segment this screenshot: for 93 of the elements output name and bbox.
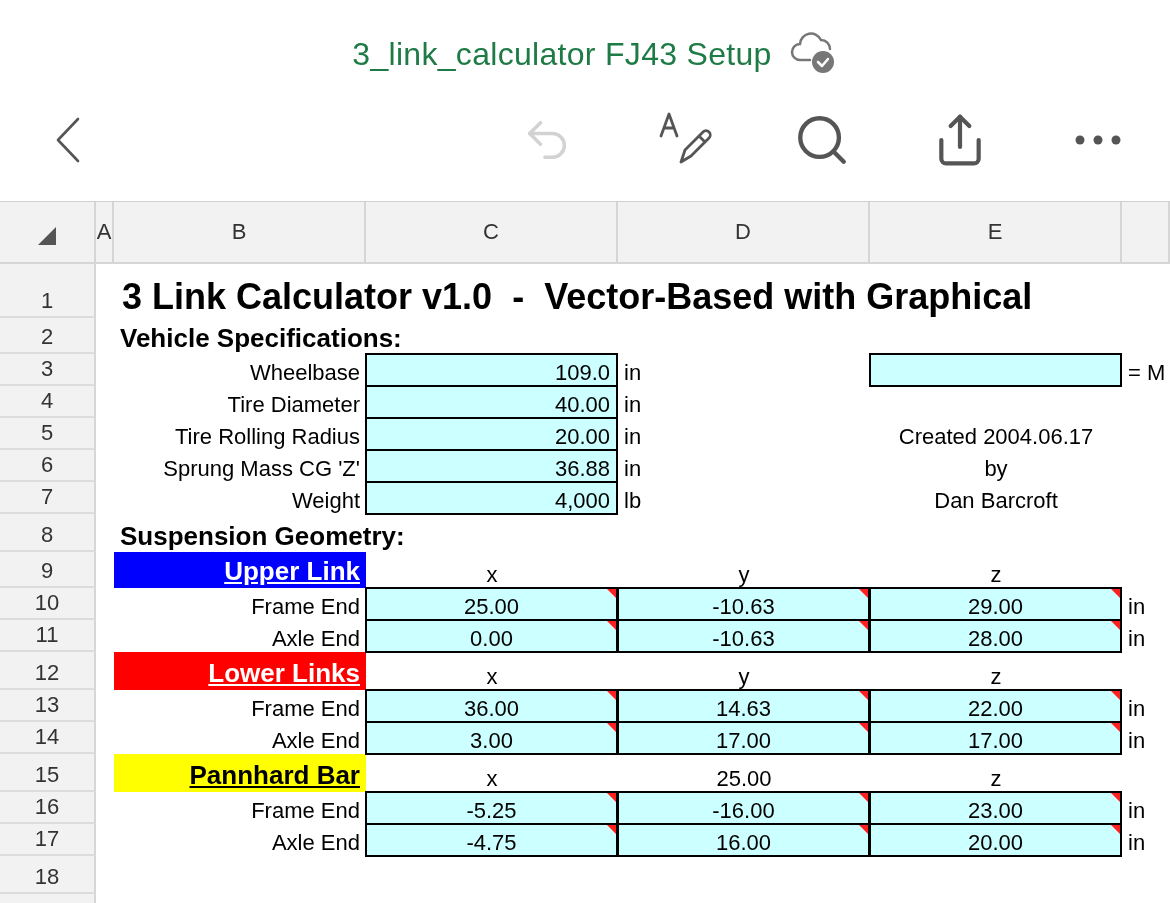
coordinate-cell[interactable]: 22.00 — [869, 689, 1122, 723]
row-header[interactable]: 10 — [0, 588, 96, 620]
row-header[interactable]: 7 — [0, 482, 96, 514]
group-label: Upper Link — [114, 552, 366, 588]
formula-label: = M — [1127, 358, 1167, 386]
coordinate-cell[interactable]: 25.00 — [365, 587, 618, 621]
input-field[interactable] — [869, 353, 1122, 387]
row-label: Axle End — [270, 726, 361, 754]
spec-label: Tire Diameter — [226, 390, 361, 418]
spec-value-cell[interactable]: 20.00 — [365, 417, 618, 451]
document-title: 3_link_calculator FJ43 Setup — [352, 35, 772, 73]
unit-label: in — [1127, 796, 1147, 824]
row-header[interactable]: 15 — [0, 754, 96, 792]
unit-label: in — [623, 454, 643, 482]
axis-header: z — [989, 764, 1003, 792]
row-header[interactable]: 12 — [0, 652, 96, 690]
credit-text: Dan Barcroft — [933, 486, 1059, 514]
coordinate-cell[interactable]: -10.63 — [617, 619, 870, 653]
row-header[interactable]: 14 — [0, 722, 96, 754]
row-header[interactable]: 16 — [0, 792, 96, 824]
coordinate-cell[interactable]: 3.00 — [365, 721, 618, 755]
group-label: Pannhard Bar — [114, 754, 366, 792]
unit-label: in — [623, 390, 643, 418]
row-label: Axle End — [270, 624, 361, 652]
coordinate-cell[interactable]: 28.00 — [869, 619, 1122, 653]
axis-header: y — [737, 560, 751, 588]
row-label: Frame End — [250, 592, 361, 620]
column-header[interactable]: E — [870, 202, 1122, 264]
unit-label: in — [1127, 828, 1147, 856]
back-chevron-icon — [55, 117, 80, 163]
row-header[interactable]: 1 — [0, 264, 96, 318]
coordinate-cell[interactable]: -10.63 — [617, 587, 870, 621]
column-header[interactable]: B — [114, 202, 366, 264]
sheet-title: 3 Link Calculator v1.0 - Vector-Based with Graphical — [121, 275, 1034, 318]
spec-value-cell[interactable]: 40.00 — [365, 385, 618, 419]
axis-header: z — [989, 662, 1003, 690]
group-label: Lower Links — [114, 652, 366, 690]
row-header[interactable]: 3 — [0, 354, 96, 386]
coordinate-cell[interactable]: 17.00 — [617, 721, 870, 755]
more-icon — [1075, 135, 1122, 145]
unit-label: in — [1127, 694, 1147, 722]
section-heading: Vehicle Specifications: — [119, 322, 403, 354]
coordinate-cell[interactable]: 16.00 — [617, 823, 870, 857]
corner-triangle-icon — [38, 227, 56, 245]
row-header[interactable]: 5 — [0, 418, 96, 450]
axis-header: y — [737, 662, 751, 690]
row-label: Axle End — [270, 828, 361, 856]
spec-value-cell[interactable]: 4,000 — [365, 481, 618, 515]
spec-label: Tire Rolling Radius — [173, 422, 361, 450]
credit-text: Created 2004.06.17 — [897, 422, 1095, 450]
row-header[interactable]: 17 — [0, 824, 96, 856]
axis-header: x — [485, 764, 499, 792]
row-label: Frame End — [250, 796, 361, 824]
credit-text: by — [983, 454, 1009, 482]
axis-header: x — [485, 662, 499, 690]
row-header[interactable]: 4 — [0, 386, 96, 418]
row-header[interactable]: 2 — [0, 318, 96, 354]
spec-value-cell[interactable]: 109.0 — [365, 353, 618, 387]
coordinate-cell[interactable]: 23.00 — [869, 791, 1122, 825]
unit-label: in — [623, 422, 643, 450]
coordinate-cell[interactable]: 14.63 — [617, 689, 870, 723]
spec-label: Sprung Mass CG 'Z' — [162, 454, 361, 482]
unit-label: lb — [623, 486, 643, 514]
unit-label: in — [1127, 592, 1147, 620]
spec-label: Wheelbase — [248, 358, 361, 386]
column-header[interactable]: D — [618, 202, 870, 264]
coordinate-cell[interactable]: -5.25 — [365, 791, 618, 825]
select-all-corner[interactable] — [0, 202, 96, 264]
spec-label: Weight — [290, 486, 361, 514]
coordinate-cell[interactable]: 36.00 — [365, 689, 618, 723]
unit-label: in — [1127, 726, 1147, 754]
column-header[interactable]: A — [96, 202, 114, 264]
row-label: Frame End — [250, 694, 361, 722]
axis-header: z — [989, 560, 1003, 588]
coordinate-cell[interactable]: -4.75 — [365, 823, 618, 857]
coordinate-cell[interactable]: 17.00 — [869, 721, 1122, 755]
row-header[interactable]: 11 — [0, 620, 96, 652]
section-heading: Suspension Geometry: — [119, 520, 406, 552]
row-header[interactable]: 8 — [0, 514, 96, 552]
row-header[interactable]: 13 — [0, 690, 96, 722]
row-header[interactable]: 9 — [0, 552, 96, 588]
coordinate-cell[interactable]: 0.00 — [365, 619, 618, 653]
row-header[interactable]: 18 — [0, 856, 96, 894]
coordinate-cell[interactable]: -16.00 — [617, 791, 870, 825]
unit-label: in — [1127, 624, 1147, 652]
column-header[interactable]: C — [366, 202, 618, 264]
spec-value-cell[interactable]: 36.88 — [365, 449, 618, 483]
coordinate-cell[interactable]: 29.00 — [869, 587, 1122, 621]
coordinate-cell[interactable]: 20.00 — [869, 823, 1122, 857]
row-header[interactable]: 6 — [0, 450, 96, 482]
axis-header: x — [485, 560, 499, 588]
unit-label: in — [623, 358, 643, 386]
axis-header: 25.00 — [715, 764, 773, 792]
